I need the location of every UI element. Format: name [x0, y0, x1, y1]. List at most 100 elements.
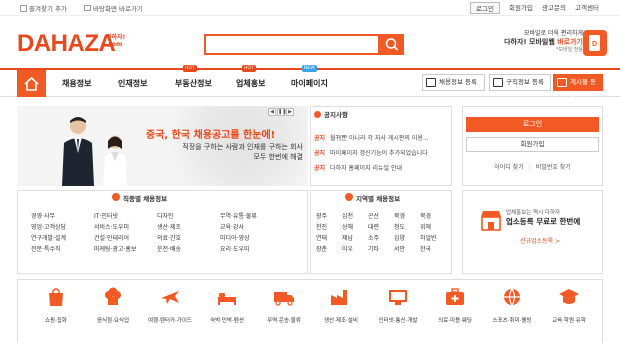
region-item[interactable]: 하얼빈	[420, 233, 446, 244]
top-signup-link[interactable]: 회원가입	[504, 2, 538, 14]
job-category-title: 직종별 채용정보	[123, 195, 168, 203]
biz-category-label: 무역·운송·물류	[267, 318, 301, 324]
find-id-link[interactable]: 아이디 찾기	[494, 164, 524, 171]
mobile-promo[interactable]: 모바일로 더욱 편리하게 다하자! 모바일웹 바로가기 *모바일 전용	[465, 30, 583, 54]
new-business-link[interactable]: 신규업소등록 >	[520, 236, 560, 245]
search-button[interactable]	[380, 34, 404, 55]
document-icon	[426, 78, 436, 87]
job-category-item[interactable]: 의료·간호	[157, 233, 220, 244]
monitor-icon	[389, 290, 407, 305]
biz-category-label: 의료·미용·웨딩	[438, 318, 472, 324]
nav-realestate[interactable]: 부동산정보	[175, 78, 212, 89]
region-item[interactable]: 이우	[342, 244, 368, 255]
biz-category-label: 쇼핑·잡화	[45, 318, 67, 324]
job-category-item[interactable]: 생산·제조	[157, 222, 220, 233]
notice-row[interactable]: 공지 다하자 홈페이지 리뉴얼 안내	[314, 163, 448, 172]
region-item[interactable]: 대련	[368, 222, 394, 233]
briefcase-icon	[112, 193, 120, 201]
top-login-button[interactable]: 로그인	[470, 2, 500, 14]
notice-row[interactable]: 공지 마이페이지 갱신기능이 추가되었습니다	[314, 148, 448, 157]
banner-prev-button[interactable]: ◀	[268, 108, 276, 116]
region-item[interactable]: 심양	[394, 233, 420, 244]
job-category-item[interactable]: 연구개발·설계	[31, 233, 94, 244]
region-item[interactable]: 위해	[420, 222, 446, 233]
search-input[interactable]	[204, 34, 380, 55]
region-item[interactable]: 제남	[342, 233, 368, 244]
region-item[interactable]: 심천	[342, 211, 368, 222]
job-category-item[interactable]: 건설·인테리어	[94, 233, 157, 244]
biz-category-travel[interactable]: 여행·렌터카·가이드	[142, 285, 198, 324]
biz-category-lodging[interactable]: 숙박·민박·펜션	[199, 285, 255, 324]
job-category-item[interactable]: 마케팅·광고·홍보	[94, 244, 157, 255]
home-button[interactable]	[17, 70, 46, 97]
bookmark-label: 즐겨찾기 추가	[29, 5, 67, 13]
post-resume-button[interactable]: 구직정보 등록	[489, 74, 551, 91]
post-job-label: 채용정보 등록	[439, 78, 477, 86]
notice-icon	[314, 111, 321, 118]
region-item[interactable]: 연태	[316, 233, 342, 244]
graduation-icon	[559, 289, 579, 304]
ad-inquiry-link[interactable]: 광고문의	[537, 2, 571, 14]
region-item[interactable]: 한국	[420, 244, 446, 255]
job-category-item[interactable]: 미디어·영상	[220, 233, 290, 244]
biz-category-education[interactable]: 교육·학원·유학	[541, 285, 597, 324]
logo-sub: 다하자! .com	[106, 34, 125, 48]
biz-category-shopping[interactable]: 쇼핑·잡화	[28, 285, 84, 324]
nav-talent[interactable]: 인재정보	[118, 78, 147, 89]
biz-category-restaurant[interactable]: 음식점·요식업	[85, 285, 141, 324]
find-password-link[interactable]: 비밀번호 찾기	[536, 164, 571, 171]
customer-center-link[interactable]: 고객센터	[570, 2, 604, 14]
logo-sub-1: 다하자!	[106, 34, 126, 41]
biz-category-trade[interactable]: 무역·운송·물류	[256, 285, 312, 324]
job-category-item[interactable]: 운전·배송	[157, 244, 220, 255]
nav-business[interactable]: 업체홍보	[236, 78, 265, 89]
site-logo[interactable]: DAHAZA	[17, 30, 116, 58]
biz-category-internet[interactable]: 인터넷·통신·개발	[370, 285, 426, 324]
region-item[interactable]: 기타	[368, 244, 394, 255]
biz-category-medical[interactable]: 의료·미용·웨딩	[427, 285, 483, 324]
sports-icon	[504, 288, 520, 306]
man-photo	[62, 117, 94, 186]
store-icon	[481, 211, 501, 231]
banner-next-button[interactable]: ▶	[286, 108, 294, 116]
job-category-item[interactable]: 디자인	[157, 211, 220, 222]
region-item[interactable]: 북경	[394, 211, 420, 222]
post-job-button[interactable]: 채용정보 등록	[422, 74, 485, 91]
nav-mypage[interactable]: 마이페이지	[291, 78, 328, 89]
biz-category-label: 여행·렌터카·가이드	[148, 318, 192, 324]
region-item[interactable]: 곤산	[368, 211, 394, 222]
job-category-item[interactable]: 영업·고객상담	[31, 222, 94, 233]
job-category-item[interactable]: 무역·유통·물류	[220, 211, 290, 222]
bookmark-link[interactable]: 즐겨찾기 추가	[20, 3, 67, 13]
region-item[interactable]: 광주	[316, 211, 342, 222]
banner-pause-button[interactable]: ❚❚	[277, 108, 286, 116]
job-category-item[interactable]: 교육·강사	[220, 222, 290, 233]
post-article-button[interactable]: 게시물 등록	[553, 74, 603, 101]
biz-category-sports[interactable]: 스포츠·취미·웰빙	[484, 285, 540, 324]
region-item[interactable]: 장춘	[316, 244, 342, 255]
region-item[interactable]: 소주	[368, 233, 394, 244]
logo-sub-2: .com	[106, 41, 123, 48]
signup-button[interactable]: 회원가입	[466, 137, 599, 152]
factory-icon	[331, 290, 347, 305]
nav-jobs[interactable]: 채용정보	[62, 78, 91, 89]
job-category-item[interactable]: 경영·사무	[31, 211, 94, 222]
notice-row[interactable]: 공지 월刊뿐 아니라 각 지사 게시판의 이용...	[314, 133, 448, 142]
hot-badge: HOT	[242, 65, 256, 72]
shopping-bag-icon	[49, 288, 63, 306]
promo-line-2a: 다하자! 모바일웹	[504, 38, 558, 46]
job-category-item[interactable]: 요리·도우미	[220, 244, 290, 255]
login-button[interactable]: 로그인	[466, 117, 599, 132]
job-category-item[interactable]: 서비스·도우미	[94, 222, 157, 233]
region-item[interactable]: 서안	[394, 244, 420, 255]
desktop-shortcut-link[interactable]: 바탕화면 바로가기	[84, 3, 143, 13]
region-item[interactable]: 북경	[420, 211, 446, 222]
region-item[interactable]: 청도	[394, 222, 420, 233]
biz-category-manufacturing[interactable]: 생산·제조·설비	[313, 285, 369, 324]
job-category-item[interactable]: 전문·특수직	[31, 244, 94, 255]
desktop-label: 바탕화면 바로가기	[93, 5, 143, 13]
mobile-app-icon: D	[583, 30, 607, 56]
region-item[interactable]: 상해	[342, 222, 368, 233]
region-item[interactable]: 천진	[316, 222, 342, 233]
job-category-item[interactable]: IT·인터넷	[94, 211, 157, 222]
